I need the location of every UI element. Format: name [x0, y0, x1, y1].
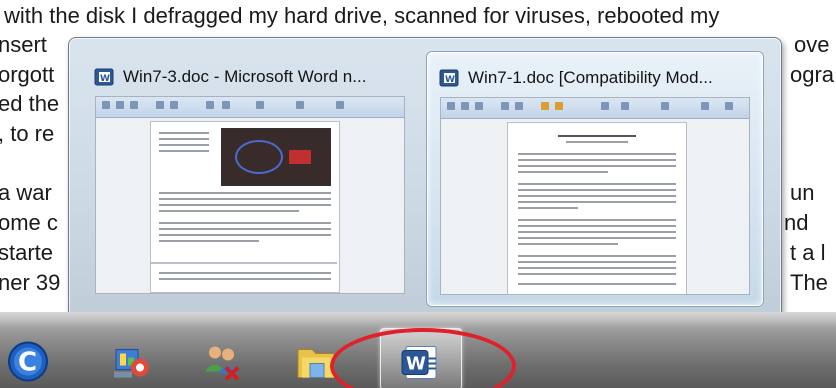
ccleaner-icon: C: [8, 341, 48, 382]
windows-explorer-icon: [297, 349, 335, 379]
document-preview: [440, 97, 750, 295]
document-text-line: starte: [0, 240, 54, 265]
thumbnail-title: Win7-1.doc [Compatibility Mod...: [468, 68, 713, 87]
svg-text:C: C: [18, 348, 37, 378]
taskbar-button-microsoft-word[interactable]: W: [380, 328, 462, 388]
svg-text:W: W: [445, 75, 455, 85]
document-text-line: ner 39: [0, 270, 61, 295]
svg-text:W: W: [406, 354, 426, 375]
document-text-line: orgott: [0, 62, 55, 87]
taskbar-thumbnail-popup: W Win7-3.doc - Microsoft Word n... W Win…: [68, 37, 782, 321]
taskbar-button-windows-explorer[interactable]: [280, 328, 352, 388]
document-text-line: , to re: [0, 121, 55, 146]
microsoft-word-icon: W: [401, 346, 437, 380]
document-text-fragment: nd: [784, 210, 809, 235]
page-preview: [507, 122, 687, 294]
control-panel-icon: [114, 349, 149, 378]
document-text-fragment: un: [790, 180, 815, 205]
svg-text:W: W: [100, 74, 110, 84]
document-preview: [95, 96, 405, 294]
microsoft-word-icon: W: [94, 68, 114, 86]
document-text-line: a war: [0, 180, 52, 205]
taskbar: C W: [0, 312, 836, 388]
document-text-fragment: ogra: [790, 62, 835, 87]
taskbar-button-control-panel[interactable]: [96, 328, 168, 388]
ribbon-preview: [96, 97, 404, 118]
document-text-line: nsert: [0, 32, 47, 57]
document-text-line: ome c: [0, 210, 58, 235]
document-text-fragment: ove: [794, 32, 830, 57]
window-thumbnail-win7-1[interactable]: W Win7-1.doc [Compatibility Mod...: [427, 52, 763, 306]
page-preview: [150, 121, 340, 293]
thumbnail-header: W Win7-1.doc [Compatibility Mod...: [438, 67, 752, 89]
microsoft-word-icon: W: [439, 69, 459, 87]
document-text-fragment: t a l: [790, 240, 826, 265]
document-text-line: with the disk I defragged my hard drive,…: [4, 3, 720, 28]
ribbon-preview: [441, 98, 749, 119]
document-text-fragment: The: [790, 270, 828, 295]
thumbnail-title: Win7-3.doc - Microsoft Word n...: [123, 67, 367, 86]
taskbar-button-user-accounts[interactable]: [186, 328, 258, 388]
taskbar-button-ccleaner[interactable]: C: [0, 328, 64, 388]
window-thumbnail-win7-3[interactable]: W Win7-3.doc - Microsoft Word n...: [83, 52, 417, 304]
user-accounts-icon: [205, 346, 240, 381]
thumbnail-header: W Win7-3.doc - Microsoft Word n...: [93, 66, 407, 88]
document-text-line: ed the: [0, 91, 60, 116]
